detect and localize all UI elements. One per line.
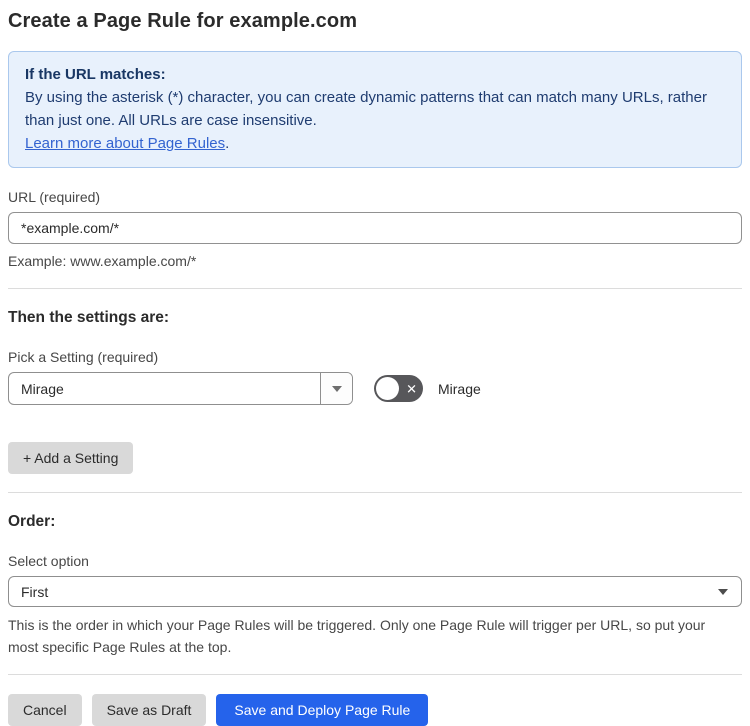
- setting-select-arrow-button[interactable]: [320, 373, 352, 404]
- toggle-knob: [376, 377, 399, 400]
- order-select-label: Select option: [8, 553, 89, 569]
- mirage-toggle[interactable]: ✕: [374, 375, 423, 402]
- setting-select[interactable]: Mirage: [8, 372, 353, 405]
- add-setting-button[interactable]: + Add a Setting: [8, 442, 134, 474]
- chevron-down-icon: [331, 385, 342, 392]
- pick-setting-label: Pick a Setting (required): [8, 349, 159, 365]
- page-title: Create a Page Rule for example.com: [8, 10, 358, 32]
- setting-select-value: Mirage: [21, 380, 64, 397]
- settings-section-heading: Then the settings are:: [8, 309, 170, 326]
- url-match-info-box: If the URL matches: By using the asteris…: [8, 51, 742, 168]
- setting-row: Mirage ✕ Mirage: [8, 372, 742, 405]
- url-example-helper: Example: www.example.com/*: [8, 253, 197, 269]
- toggle-label: Mirage: [438, 380, 481, 397]
- save-as-draft-button[interactable]: Save as Draft: [91, 694, 207, 726]
- divider: [8, 288, 742, 289]
- order-select-value: First: [21, 583, 49, 600]
- learn-more-link[interactable]: Learn more about Page Rules: [25, 135, 225, 152]
- footer-actions: Cancel Save as Draft Save and Deploy Pag…: [8, 694, 742, 726]
- info-box-heading: If the URL matches:: [25, 66, 166, 83]
- x-icon: ✕: [406, 381, 417, 396]
- chevron-down-icon: [718, 588, 728, 595]
- divider: [8, 674, 742, 675]
- order-section-heading: Order:: [8, 513, 56, 530]
- cancel-button[interactable]: Cancel: [8, 694, 82, 726]
- info-box-link-line: Learn more about Page Rules.: [25, 132, 725, 155]
- url-input[interactable]: [8, 212, 742, 244]
- order-select[interactable]: First: [8, 576, 742, 607]
- link-suffix: .: [225, 135, 230, 152]
- divider: [8, 492, 742, 493]
- save-and-deploy-button[interactable]: Save and Deploy Page Rule: [216, 694, 429, 726]
- create-page-rule-panel: Create a Page Rule for example.com If th…: [0, 0, 750, 726]
- info-box-body: By using the asterisk (*) character, you…: [25, 89, 707, 129]
- url-field-label: URL (required): [8, 189, 101, 205]
- order-helper-text: This is the order in which your Page Rul…: [8, 617, 706, 655]
